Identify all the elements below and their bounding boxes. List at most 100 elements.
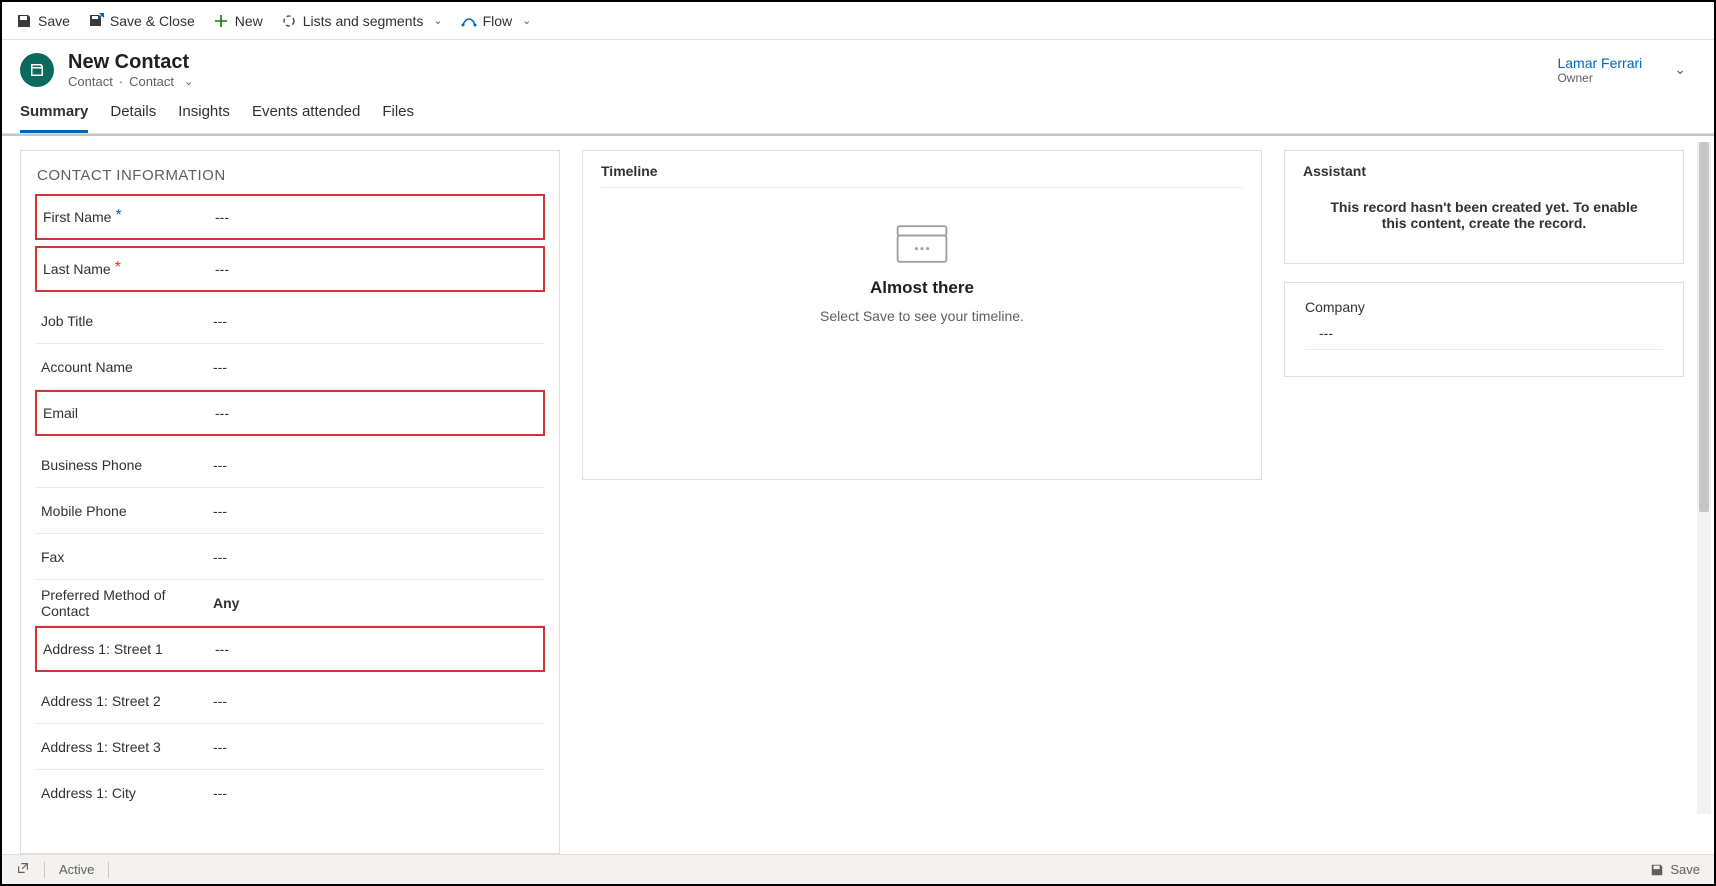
field-value[interactable]: --- [215, 641, 537, 657]
chevron-down-icon: ⌄ [522, 14, 531, 27]
field-address1-city[interactable]: Address 1: City --- [35, 770, 545, 816]
save-label: Save [38, 13, 70, 29]
plus-icon [213, 13, 229, 29]
field-label: Fax [41, 549, 213, 565]
save-button[interactable]: Save [16, 13, 70, 29]
chevron-down-icon: ⌄ [433, 14, 442, 27]
save-close-label: Save & Close [110, 13, 195, 29]
field-fax[interactable]: Fax --- [35, 534, 545, 580]
save-close-button[interactable]: Save & Close [88, 13, 195, 29]
folder-icon [892, 218, 952, 268]
segments-icon [281, 13, 297, 29]
breadcrumb: Contact · Contact ⌄ [68, 74, 1543, 89]
field-address1-street1[interactable]: Address 1: Street 1 --- [35, 626, 545, 672]
company-label: Company [1305, 299, 1663, 315]
lists-label: Lists and segments [303, 13, 424, 29]
field-value[interactable]: --- [213, 313, 539, 329]
save-icon [1650, 863, 1664, 877]
timeline-empty-state: Almost there Select Save to see your tim… [601, 218, 1243, 324]
tab-events-attended[interactable]: Events attended [252, 103, 360, 133]
footer-save-label: Save [1670, 862, 1700, 877]
field-address1-street3[interactable]: Address 1: Street 3 --- [35, 724, 545, 770]
tab-files[interactable]: Files [382, 103, 414, 133]
field-value[interactable]: --- [213, 693, 539, 709]
app-window: Save Save & Close New Lists and segments… [0, 0, 1716, 886]
owner-role-label: Owner [1557, 71, 1642, 85]
flow-label: Flow [483, 13, 513, 29]
field-value[interactable]: --- [213, 739, 539, 755]
field-preferred-method[interactable]: Preferred Method of Contact Any [35, 580, 545, 626]
field-label: Mobile Phone [41, 503, 213, 519]
popout-icon[interactable] [16, 861, 30, 878]
field-email[interactable]: Email --- [35, 390, 545, 436]
flow-icon [461, 13, 477, 29]
section-title: CONTACT INFORMATION [37, 167, 545, 184]
vertical-scrollbar[interactable] [1697, 142, 1711, 814]
breadcrumb-form[interactable]: Contact [129, 74, 174, 89]
new-button[interactable]: New [213, 13, 263, 29]
owner-block[interactable]: Lamar Ferrari Owner [1557, 55, 1642, 85]
field-mobile-phone[interactable]: Mobile Phone --- [35, 488, 545, 534]
main-content: CONTACT INFORMATION First Name * --- Las… [2, 134, 1714, 854]
chevron-down-icon: ⌄ [184, 75, 193, 88]
form-tabs: Summary Details Insights Events attended… [2, 89, 1714, 134]
field-value[interactable]: --- [213, 549, 539, 565]
field-last-name[interactable]: Last Name * --- [35, 246, 545, 292]
timeline-empty-subtext: Select Save to see your timeline. [820, 308, 1024, 324]
company-value[interactable]: --- [1305, 325, 1663, 350]
separator [44, 862, 45, 878]
field-value[interactable]: --- [213, 503, 539, 519]
entity-avatar [20, 53, 54, 87]
timeline-empty-heading: Almost there [870, 278, 974, 298]
field-value[interactable]: Any [213, 595, 539, 611]
field-job-title[interactable]: Job Title --- [35, 298, 545, 344]
assistant-message: This record hasn't been created yet. To … [1303, 179, 1665, 251]
timeline-title: Timeline [601, 163, 1243, 188]
header-expand-button[interactable]: ⌄ [1664, 55, 1696, 84]
field-first-name[interactable]: First Name * --- [35, 194, 545, 240]
record-status: Active [59, 862, 94, 877]
field-business-phone[interactable]: Business Phone --- [35, 442, 545, 488]
field-value[interactable]: --- [215, 261, 537, 277]
field-address1-street2[interactable]: Address 1: Street 2 --- [35, 678, 545, 724]
footer-save-button[interactable]: Save [1650, 862, 1700, 877]
right-column: Assistant This record hasn't been create… [1284, 150, 1684, 854]
field-label: Email [43, 405, 215, 421]
save-icon [16, 13, 32, 29]
field-label: Address 1: City [41, 785, 213, 801]
field-label: Business Phone [41, 457, 213, 473]
record-header: New Contact Contact · Contact ⌄ Lamar Fe… [2, 40, 1714, 89]
field-label: Preferred Method of Contact [41, 587, 213, 619]
company-panel: Company --- [1284, 282, 1684, 377]
field-value[interactable]: --- [213, 785, 539, 801]
assistant-title: Assistant [1303, 163, 1665, 179]
field-label: Account Name [41, 359, 213, 375]
field-value[interactable]: --- [215, 209, 537, 225]
separator [108, 862, 109, 878]
breadcrumb-separator: · [119, 74, 123, 89]
flow-button[interactable]: Flow ⌄ [461, 13, 532, 29]
field-account-name[interactable]: Account Name --- [35, 344, 545, 390]
title-block: New Contact Contact · Contact ⌄ [68, 50, 1543, 89]
field-label: Address 1: Street 3 [41, 739, 213, 755]
chevron-down-icon: ⌄ [1674, 61, 1686, 77]
field-value[interactable]: --- [213, 457, 539, 473]
tab-summary[interactable]: Summary [20, 103, 88, 133]
assistant-panel: Assistant This record hasn't been create… [1284, 150, 1684, 264]
field-label: Address 1: Street 1 [43, 641, 215, 657]
contact-information-panel: CONTACT INFORMATION First Name * --- Las… [20, 150, 560, 854]
tab-insights[interactable]: Insights [178, 103, 230, 133]
tab-details[interactable]: Details [110, 103, 156, 133]
field-label: First Name * [43, 209, 215, 225]
field-value[interactable]: --- [213, 359, 539, 375]
status-bar: Active Save [2, 854, 1714, 884]
field-value[interactable]: --- [215, 405, 537, 421]
scrollbar-thumb[interactable] [1699, 142, 1709, 512]
command-bar: Save Save & Close New Lists and segments… [2, 2, 1714, 40]
owner-name: Lamar Ferrari [1557, 55, 1642, 71]
timeline-panel: Timeline Almost there Select Save to see… [582, 150, 1262, 480]
save-close-icon [88, 13, 104, 29]
field-label: Address 1: Street 2 [41, 693, 213, 709]
lists-segments-button[interactable]: Lists and segments ⌄ [281, 13, 443, 29]
field-label: Job Title [41, 313, 213, 329]
